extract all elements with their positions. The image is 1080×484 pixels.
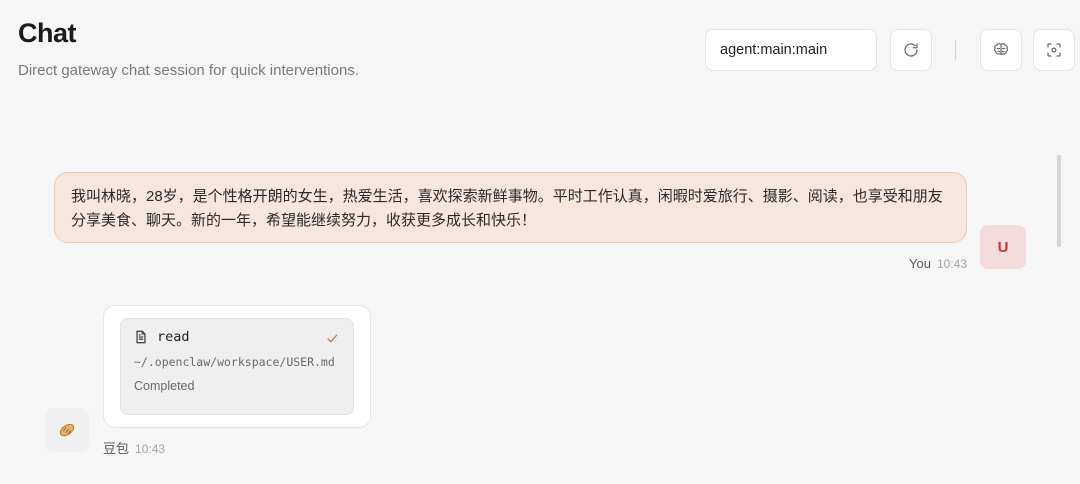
file-text-icon xyxy=(136,330,146,344)
tool-call-inner: read ~/.openclaw/workspace/USER.md Compl… xyxy=(120,318,354,415)
bread-icon xyxy=(59,423,75,437)
chat-scrollbar[interactable] xyxy=(1057,155,1061,247)
tool-status: Completed xyxy=(134,379,195,393)
brain-icon xyxy=(993,43,1009,55)
page-title: Chat xyxy=(18,18,77,48)
thinking-toggle-button[interactable] xyxy=(980,29,1022,71)
assistant-avatar xyxy=(45,408,89,452)
sender-name: 豆包 xyxy=(103,441,130,456)
sender-name: You xyxy=(909,256,931,271)
refresh-button[interactable] xyxy=(890,29,932,71)
message-time: 10:43 xyxy=(135,442,166,456)
toolbar-separator xyxy=(955,40,956,60)
tool-call-header: read xyxy=(134,329,340,345)
refresh-icon xyxy=(904,43,918,57)
session-key-input[interactable]: agent:main:main xyxy=(705,29,877,71)
page-subtitle: Direct gateway chat session for quick in… xyxy=(18,62,359,79)
tool-file-path: ~/.openclaw/workspace/USER.md xyxy=(134,355,335,369)
status-check-icon xyxy=(326,332,339,350)
user-message-bubble: 我叫林晓，28岁，是个性格开朗的女生，热爱生活，喜欢探索新鲜事物。平时工作认真，… xyxy=(54,172,967,243)
user-avatar: U xyxy=(980,225,1026,269)
message-time: 10:43 xyxy=(936,257,967,271)
focus-icon xyxy=(1047,43,1061,57)
tool-name: read xyxy=(157,329,190,345)
tool-call-card[interactable]: read ~/.openclaw/workspace/USER.md Compl… xyxy=(103,305,371,428)
focus-mode-button[interactable] xyxy=(1033,29,1075,71)
user-message-meta: You 10:43 xyxy=(909,256,967,271)
assistant-message-meta: 豆包 10:43 xyxy=(103,438,165,457)
